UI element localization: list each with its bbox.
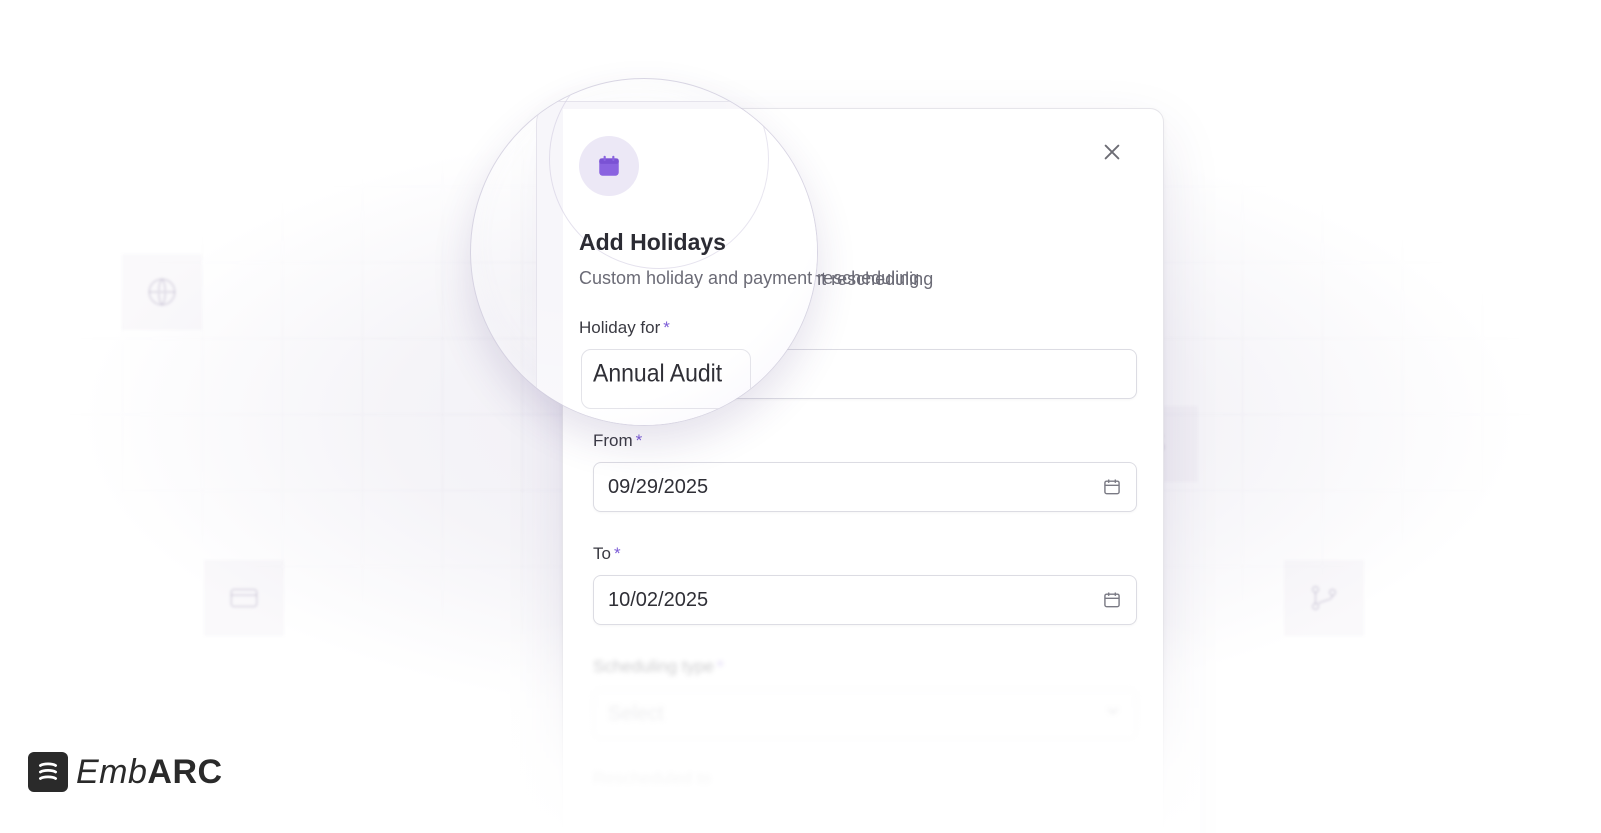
from-label-text: From	[593, 431, 633, 450]
rescheduled-to-label: Rescheduled to	[593, 769, 712, 788]
page-canvas: Add Holidays Custom holiday and payment …	[0, 0, 1601, 833]
logo-text-bold: ARC	[147, 752, 223, 791]
lens-title-icon-badge	[579, 136, 639, 196]
lens-modal-subtitle: Custom holiday and payment rescheduling	[579, 268, 920, 288]
close-button[interactable]	[1097, 137, 1127, 167]
from-date-value: 09/29/2025	[608, 475, 709, 498]
logo-text: EmbARC	[76, 753, 223, 792]
lens-holiday-for-label: Holiday for *	[579, 318, 670, 338]
chevron-down-icon	[1104, 702, 1122, 726]
globe-icon	[122, 254, 202, 330]
required-mark: *	[716, 657, 724, 676]
required-mark: *	[613, 544, 621, 563]
lens-holiday-for-value: Annual Audit	[593, 358, 723, 387]
logo-mark-icon	[28, 752, 68, 792]
required-mark: *	[635, 431, 643, 450]
calendar-icon[interactable]	[1102, 477, 1122, 497]
card-icon	[204, 560, 284, 636]
to-date-value: 10/02/2025	[608, 588, 709, 611]
lens-holiday-for-label-text: Holiday for	[579, 318, 661, 337]
branch-icon	[1284, 560, 1364, 636]
scheduling-type-value: Select	[608, 702, 664, 725]
from-date-input[interactable]: 09/29/2025	[593, 462, 1137, 512]
blurred-lower-form: Scheduling type * Select Rescheduled to	[563, 649, 1163, 833]
scheduling-type-label-text: Scheduling type	[593, 657, 714, 676]
to-label-text: To	[593, 544, 611, 563]
calendar-icon	[599, 155, 619, 176]
logo-text-light: Emb	[76, 752, 148, 791]
scheduling-type-select[interactable]: Select	[593, 689, 1137, 739]
close-icon	[1104, 144, 1120, 160]
scheduling-type-label: Scheduling type *	[593, 657, 724, 677]
calendar-icon[interactable]	[1102, 590, 1122, 610]
from-label: From *	[593, 431, 642, 451]
required-mark: *	[663, 318, 670, 337]
embarc-logo: EmbARC	[28, 752, 223, 792]
lens-modal-title: Add Holidays	[579, 229, 726, 255]
to-date-input[interactable]: 10/02/2025	[593, 575, 1137, 625]
to-label: To *	[593, 544, 621, 564]
